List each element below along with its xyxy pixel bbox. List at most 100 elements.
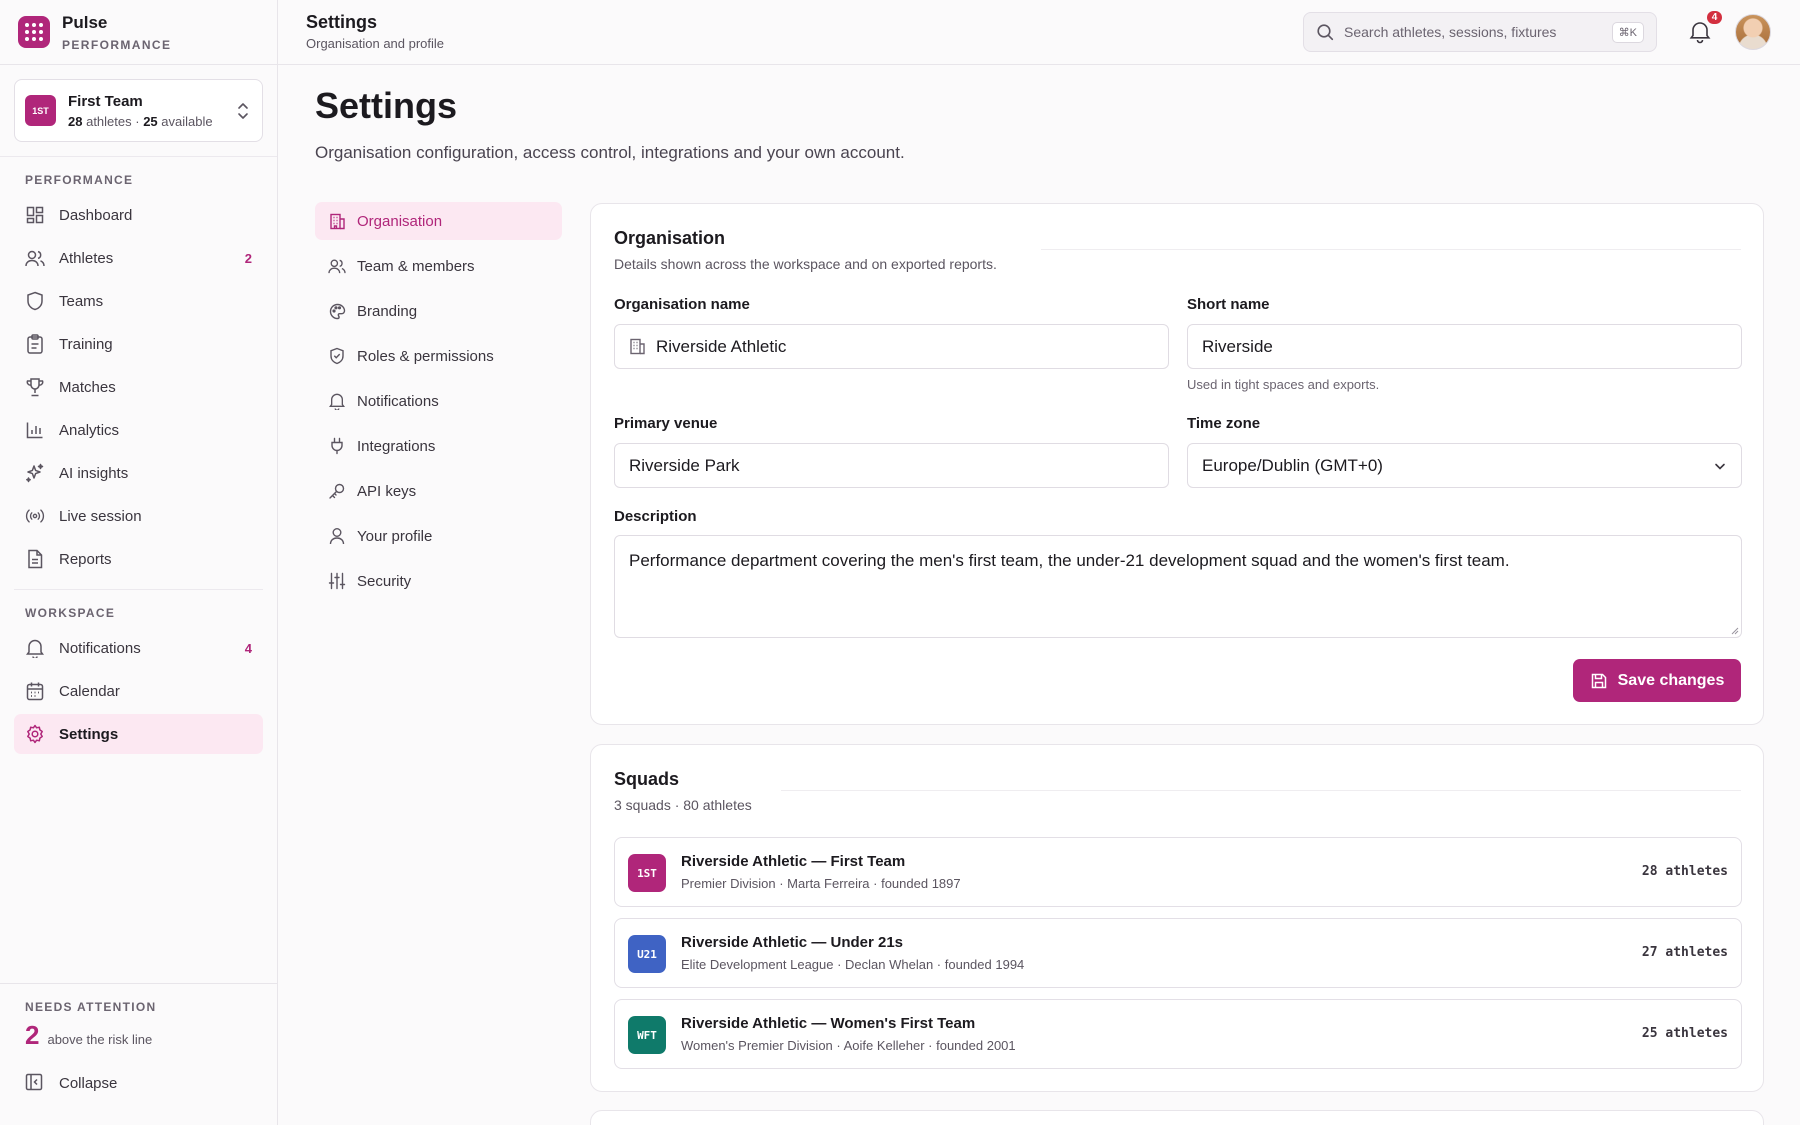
org-name-value: Riverside Athletic [656,336,787,356]
settings-tab-security[interactable]: Security [315,562,562,600]
resize-handle-icon[interactable] [1729,625,1739,635]
search-placeholder: Search athletes, sessions, fixtures [1344,24,1557,40]
org-name-field[interactable]: Riverside Athletic [614,324,1169,369]
notifications-count-badge: 4 [244,640,252,656]
chevron-up-down-icon [238,103,248,119]
sidebar-item-reports[interactable]: Reports [14,539,263,579]
shield-icon [25,291,45,311]
settings-tab-label: API keys [357,482,417,500]
settings-tab-your-profile[interactable]: Your profile [315,517,562,555]
squad-athlete-count: 25 athletes [1641,1026,1728,1041]
settings-tab-team-members[interactable]: Team & members [315,247,562,285]
sidebar-item-matches[interactable]: Matches [14,367,263,407]
sidebar-item-label: Calendar [59,682,120,700]
notification-badge: 4 [1705,9,1724,26]
collapse-label: Collapse [59,1074,118,1092]
building-icon [328,212,346,230]
settings-tab-integrations[interactable]: Integrations [315,427,562,465]
broadcast-icon [25,506,45,526]
settings-tab-branding[interactable]: Branding [315,292,562,330]
settings-nav: Organisation Team & members Branding Rol… [315,202,562,607]
team-meta: 28 athletes · 25 available [68,113,213,129]
sidebar-item-label: Analytics [59,421,120,439]
save-button[interactable]: Save changes [1573,659,1741,702]
brand[interactable]: Pulse PERFORMANCE [0,0,277,65]
key-icon [328,482,346,500]
chevron-down-icon [1715,463,1725,470]
performance-heading: PERFORMANCE [25,173,134,187]
building-icon [630,338,645,355]
settings-tab-label: Branding [357,302,418,320]
org-name-label: Organisation name [614,296,750,313]
team-switcher[interactable]: 1ST First Team 28 athletes · 25 availabl… [14,79,263,142]
plug-icon [328,437,346,455]
short-name-label: Short name [1187,296,1270,313]
venue-value: Riverside Park [629,455,740,475]
organisation-card: Organisation Details shown across the wo… [590,203,1764,725]
sidebar-item-training[interactable]: Training [14,324,263,364]
squad-athlete-count: 27 athletes [1641,945,1728,960]
sidebar-item-label: Training [59,335,113,353]
short-name-hint: Used in tight spaces and exports. [1187,377,1380,392]
squad-name: Riverside Athletic — Under 21s [681,934,904,951]
sidebar-item-notifications[interactable]: Notifications 4 [14,628,263,668]
squad-name: Riverside Athletic — Women's First Team [681,1015,976,1032]
team-badge: 1ST [25,95,56,126]
description-label: Description [614,508,697,525]
sidebar-item-analytics[interactable]: Analytics [14,410,263,450]
sidebar-item-teams[interactable]: Teams [14,281,263,321]
sidebar-item-athletes[interactable]: Athletes 2 [14,238,263,278]
settings-tab-organisation[interactable]: Organisation [315,202,562,240]
organisation-description: Details shown across the workspace and o… [614,256,997,272]
sidebar-item-settings[interactable]: Settings [14,714,263,754]
settings-tab-notifications[interactable]: Notifications [315,382,562,420]
description-textarea[interactable]: Performance department covering the men'… [614,535,1742,638]
shield-check-icon [328,347,346,365]
squad-meta: Premier Division · Marta Ferreira · foun… [681,876,961,891]
save-label: Save changes [1617,671,1725,689]
topbar-title: Settings [306,12,378,32]
squads-title: Squads [614,769,680,789]
squad-name: Riverside Athletic — First Team [681,853,906,870]
page-subtitle: Organisation configuration, access contr… [315,143,905,162]
squads-card: Squads 3 squads · 80 athletes 1ST Rivers… [590,744,1764,1092]
sidebar-item-ai-insights[interactable]: AI insights [14,453,263,493]
next-settings-card [590,1110,1764,1125]
settings-tab-roles-permissions[interactable]: Roles & permissions [315,337,562,375]
athletes-count-badge: 2 [244,250,252,266]
settings-tab-label: Integrations [357,437,436,455]
sidebar-item-label: Reports [59,550,112,568]
sidebar: Pulse PERFORMANCE 1ST First Team 28 athl… [0,0,278,1125]
sidebar-item-label: Matches [59,378,116,396]
search-input[interactable]: Search athletes, sessions, fixtures ⌘K [1303,12,1657,52]
squad-athlete-count: 28 athletes [1641,864,1728,879]
short-name-field[interactable]: Riverside [1187,324,1742,369]
attention-text: above the risk line [47,1032,153,1047]
attention-count: 2 [25,1020,40,1050]
settings-tab-api-keys[interactable]: API keys [315,472,562,510]
topbar: Settings Organisation and profile Search… [278,0,1800,65]
timezone-select[interactable]: Europe/Dublin (GMT+0) [1187,443,1742,488]
users-icon [328,257,346,275]
page-title: Settings [315,85,458,126]
description-value: Performance department covering the men'… [629,551,1510,570]
attention-summary[interactable]: 2 above the risk line [25,1020,252,1051]
team-name: First Team [68,92,143,110]
squad-row[interactable]: WFT Riverside Athletic — Women's First T… [614,999,1742,1069]
sidebar-item-label: Dashboard [59,206,133,224]
sidebar-item-dashboard[interactable]: Dashboard [14,195,263,235]
collapse-button[interactable]: Collapse [25,1073,252,1093]
gear-icon [25,724,45,744]
workspace-heading: WORKSPACE [25,606,116,620]
sidebar-item-calendar[interactable]: Calendar [14,671,263,711]
squad-badge: U21 [628,935,666,973]
sidebar-item-live-session[interactable]: Live session [14,496,263,536]
settings-tab-label: Roles & permissions [357,347,494,365]
squad-row[interactable]: U21 Riverside Athletic — Under 21s Elite… [614,918,1742,988]
venue-field[interactable]: Riverside Park [614,443,1169,488]
performance-nav: PERFORMANCE Dashboard Athletes 2 Teams T… [0,157,277,579]
settings-tab-label: Security [357,572,412,590]
user-avatar[interactable] [1735,14,1771,50]
squad-row[interactable]: 1ST Riverside Athletic — First Team Prem… [614,837,1742,907]
bar-chart-icon [25,420,45,440]
